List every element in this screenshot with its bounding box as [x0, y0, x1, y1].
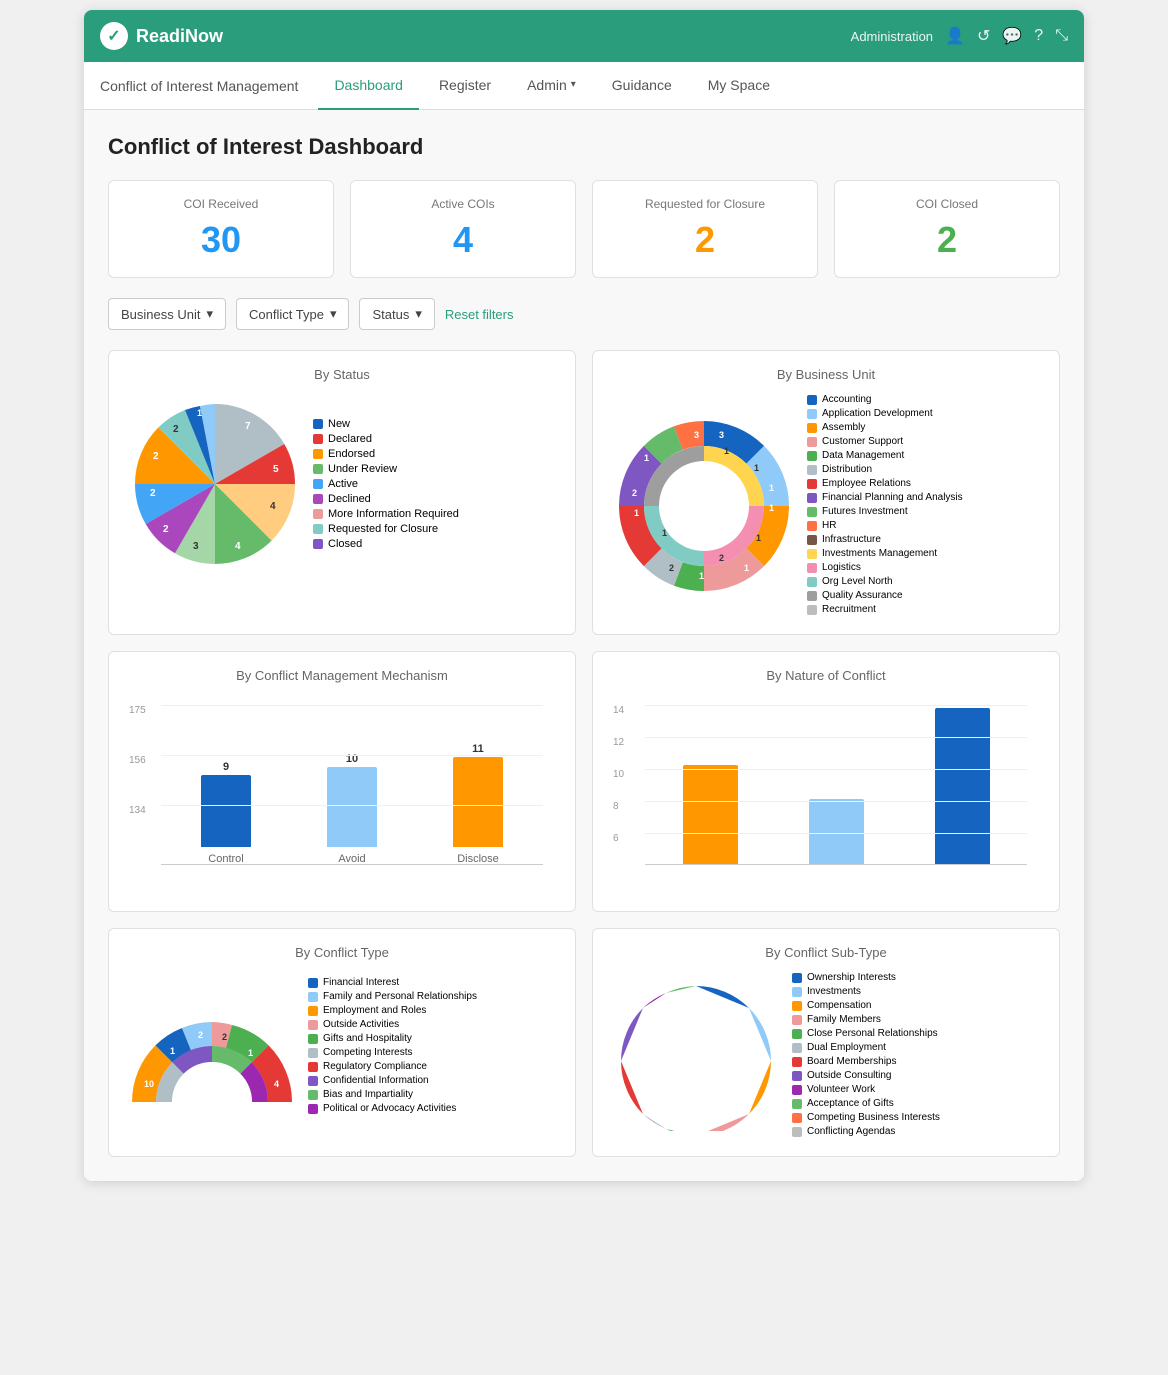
chart-subtype-title: By Conflict Sub-Type — [609, 945, 1043, 960]
filter-row: Business Unit ▾ Conflict Type ▾ Status ▾… — [108, 298, 1060, 330]
nav-item-guidance[interactable]: Guidance — [596, 62, 688, 110]
svg-text:4: 4 — [636, 1033, 641, 1043]
svg-text:1: 1 — [662, 528, 667, 538]
svg-text:2: 2 — [634, 1083, 639, 1093]
svg-text:1: 1 — [756, 1078, 761, 1088]
svg-text:1: 1 — [716, 998, 721, 1008]
filter-business-unit[interactable]: Business Unit ▾ — [108, 298, 226, 330]
header-icon-expand[interactable]: ⤡ — [1055, 27, 1068, 45]
svg-text:3: 3 — [694, 430, 699, 440]
header-icon-history[interactable]: ↺ — [977, 26, 990, 46]
subtype-legend: Ownership Interests Investments Compensa… — [792, 972, 940, 1140]
kpi-active-value: 4 — [367, 219, 559, 261]
svg-text:1: 1 — [754, 1033, 759, 1043]
svg-text:2: 2 — [163, 524, 169, 535]
chart-nature-title: By Nature of Conflict — [609, 668, 1043, 683]
chart-by-business-unit: By Business Unit — [592, 350, 1060, 635]
svg-text:4: 4 — [270, 501, 276, 512]
chart-by-status: By Status 7 5 — [108, 350, 576, 635]
kpi-received-value: 30 — [125, 219, 317, 261]
chart-by-subtype: By Conflict Sub-Type — [592, 928, 1060, 1157]
svg-text:1: 1 — [754, 463, 759, 473]
page-title: Conflict of Interest Dashboard — [108, 134, 1060, 160]
svg-text:4: 4 — [235, 541, 241, 552]
svg-text:1: 1 — [769, 503, 774, 513]
svg-text:2: 2 — [732, 1091, 737, 1101]
kpi-closed-value: 2 — [851, 219, 1043, 261]
svg-text:2: 2 — [222, 1032, 227, 1042]
chart-bu-title: By Business Unit — [609, 367, 1043, 382]
chart-by-conflict-type: By Conflict Type — [108, 928, 576, 1157]
svg-text:1: 1 — [756, 533, 761, 543]
filter-conflict-type[interactable]: Conflict Type ▾ — [236, 298, 349, 330]
kpi-active-label: Active COIs — [367, 197, 559, 211]
chart-mechanism-title: By Conflict Management Mechanism — [125, 668, 559, 683]
app-logo: ✓ ReadiNow — [100, 22, 223, 50]
chart-row-1: By Status 7 5 — [108, 350, 1060, 635]
nav-brand: Conflict of Interest Management — [100, 78, 298, 94]
kpi-closure-value: 2 — [609, 219, 801, 261]
kpi-coi-received: COI Received 30 — [108, 180, 334, 278]
nav-item-myspace[interactable]: My Space — [692, 62, 786, 110]
svg-text:1: 1 — [769, 483, 774, 493]
reset-filters[interactable]: Reset filters — [445, 307, 514, 322]
nav-item-register[interactable]: Register — [423, 62, 507, 110]
svg-text:1: 1 — [170, 1046, 175, 1056]
nav-item-admin[interactable]: Admin ▾ — [511, 62, 592, 110]
conflict-type-legend: Financial Interest Family and Personal R… — [308, 977, 477, 1117]
nav-item-dashboard[interactable]: Dashboard — [318, 62, 419, 110]
svg-text:1: 1 — [644, 453, 649, 463]
kpi-coi-closed: COI Closed 2 — [834, 180, 1060, 278]
kpi-closed-label: COI Closed — [851, 197, 1043, 211]
svg-text:3: 3 — [193, 541, 199, 552]
kpi-received-label: COI Received — [125, 197, 317, 211]
svg-text:10: 10 — [144, 1079, 154, 1089]
kpi-closure-label: Requested for Closure — [609, 197, 801, 211]
chart-by-nature: By Nature of Conflict 14 12 10 8 6 — [592, 651, 1060, 912]
svg-text:2: 2 — [173, 424, 179, 435]
svg-text:4: 4 — [274, 1079, 279, 1089]
bu-legend: Accounting Application Development Assem… — [807, 394, 963, 618]
svg-text:2: 2 — [150, 488, 156, 499]
header-icon-chat[interactable]: 💬 — [1002, 26, 1022, 46]
header-right: Administration 👤 ↺ 💬 ? ⤡ — [851, 26, 1068, 46]
svg-text:1: 1 — [744, 563, 749, 573]
header-icon-help[interactable]: ? — [1034, 27, 1043, 45]
svg-text:2: 2 — [632, 488, 637, 498]
chart-type-title: By Conflict Type — [125, 945, 559, 960]
chart-row-2: By Conflict Management Mechanism 175 156… — [108, 651, 1060, 912]
chart-status-title: By Status — [125, 367, 559, 382]
header-admin-label[interactable]: Administration — [851, 29, 933, 44]
main-nav: Conflict of Interest Management Dashboar… — [84, 62, 1084, 110]
main-content: Conflict of Interest Dashboard COI Recei… — [84, 110, 1084, 1181]
svg-text:7: 7 — [245, 421, 251, 432]
kpi-requested-closure: Requested for Closure 2 — [592, 180, 818, 278]
svg-text:4: 4 — [671, 998, 676, 1008]
svg-text:1: 1 — [248, 1048, 253, 1058]
kpi-active-cois: Active COIs 4 — [350, 180, 576, 278]
svg-text:5: 5 — [273, 464, 279, 475]
svg-text:1: 1 — [724, 1111, 729, 1121]
filter-status[interactable]: Status ▾ — [359, 298, 434, 330]
svg-text:1: 1 — [724, 446, 729, 456]
chart-row-3: By Conflict Type — [108, 928, 1060, 1157]
chart-by-mechanism: By Conflict Management Mechanism 175 156… — [108, 651, 576, 912]
svg-text:1: 1 — [678, 1119, 683, 1129]
header-icon-user[interactable]: 👤 — [945, 26, 965, 46]
svg-text:2: 2 — [669, 563, 674, 573]
status-legend: New Declared Endorsed Under Review Activ… — [313, 418, 459, 553]
kpi-row: COI Received 30 Active COIs 4 Requested … — [108, 180, 1060, 278]
svg-text:2: 2 — [719, 553, 724, 563]
svg-text:1: 1 — [634, 508, 639, 518]
svg-text:1: 1 — [699, 571, 704, 581]
svg-text:3: 3 — [719, 430, 724, 440]
svg-text:1: 1 — [740, 1051, 745, 1061]
svg-text:2: 2 — [153, 451, 159, 462]
svg-text:2: 2 — [198, 1030, 203, 1040]
